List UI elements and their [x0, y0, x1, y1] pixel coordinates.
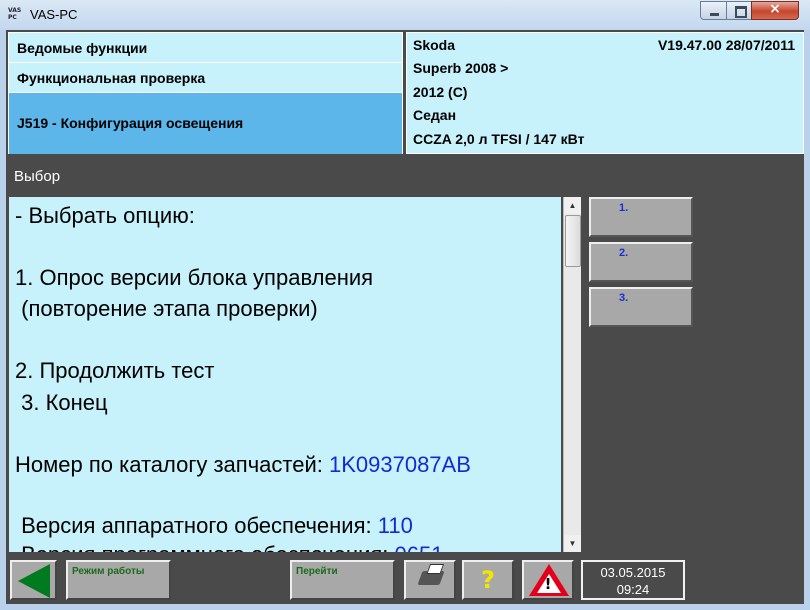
go-to-button[interactable]: Перейти — [290, 560, 395, 600]
part-number-value: 1K0937087AB — [328, 452, 471, 477]
status-time: 09:24 — [616, 582, 650, 597]
check-name: Функциональная проверка — [9, 63, 402, 93]
title-bar: VAS PC VAS-PC × — [0, 0, 810, 30]
operating-mode-button[interactable]: Режим работы — [66, 560, 171, 600]
status-date: 03.05.2015 — [600, 565, 666, 580]
hardware-version-value: 110 — [377, 513, 413, 538]
software-version: V19.47.00 28/07/2011 — [657, 37, 795, 53]
software-version-line: Версия программного обеспечения: 0651 — [15, 542, 443, 552]
back-arrow-icon — [18, 564, 50, 598]
option-1-text: 1. Опрос версии блока управления — [15, 265, 374, 290]
vehicle-engine: CCZA 2,0 л TFSI / 147 кВт — [413, 131, 585, 147]
option-2-text: 2. Продолжить тест — [15, 358, 215, 383]
scroll-down-icon[interactable]: ▼ — [564, 535, 581, 552]
scroll-up-icon[interactable]: ▲ — [564, 197, 581, 214]
window-title: VAS-PC — [30, 7, 78, 22]
vehicle-brand: Skoda — [413, 37, 456, 53]
close-button[interactable]: × — [751, 1, 799, 20]
module-name: J519 - Конфигурация освещения — [9, 93, 402, 154]
part-number-line: Номер по каталогу запчастей: 1K0937087AB — [15, 452, 471, 478]
exclamation-mark: ! — [544, 575, 552, 593]
printer-icon — [417, 571, 445, 585]
option-2-button[interactable]: 2. — [589, 242, 693, 282]
prompt-text: - Выбрать опцию: — [15, 203, 195, 228]
print-button[interactable] — [404, 560, 456, 600]
question-icon: ? — [481, 566, 495, 594]
vehicle-body: Седан — [413, 107, 457, 123]
vehicle-model: Superb 2008 > — [413, 60, 509, 76]
minimize-button[interactable] — [700, 1, 727, 20]
close-icon: × — [769, 1, 781, 17]
function-info-panel: Ведомые функции Функциональная проверка … — [8, 32, 403, 154]
warning-button[interactable]: ! — [522, 560, 574, 600]
vehicle-info-panel: Skoda V19.47.00 28/07/2011 Superb 2008 >… — [406, 32, 804, 154]
software-version-label: Версия программного обеспечения: — [15, 542, 395, 552]
vas-pc-app-icon: VAS PC — [8, 7, 22, 21]
function-name: Ведомые функции — [9, 33, 402, 63]
instruction-text-panel: - Выбрать опцию: 1. Опрос версии блока у… — [9, 197, 561, 552]
section-title: Выбор — [8, 162, 798, 192]
option-1-note: (повторение этапа проверки) — [15, 296, 318, 321]
option-3-text: 3. Конец — [15, 390, 108, 415]
part-number-label: Номер по каталогу запчастей: — [15, 452, 329, 477]
hardware-version-label: Версия аппаратного обеспечения: — [15, 513, 378, 538]
maximize-button[interactable] — [726, 1, 752, 20]
option-1-button[interactable]: 1. — [589, 197, 693, 237]
text-scrollbar[interactable]: ▲ ▼ — [563, 197, 581, 552]
scroll-thumb[interactable] — [565, 215, 581, 267]
back-button[interactable] — [10, 560, 57, 600]
option-3-button[interactable]: 3. — [589, 287, 693, 327]
software-version-value: 0651 — [395, 542, 444, 552]
help-button[interactable]: ? — [462, 560, 514, 600]
date-time-display: 03.05.2015 09:24 — [581, 560, 685, 600]
hardware-version-line: Версия аппаратного обеспечения: 110 — [15, 513, 413, 539]
vehicle-year: 2012 (C) — [413, 84, 468, 100]
